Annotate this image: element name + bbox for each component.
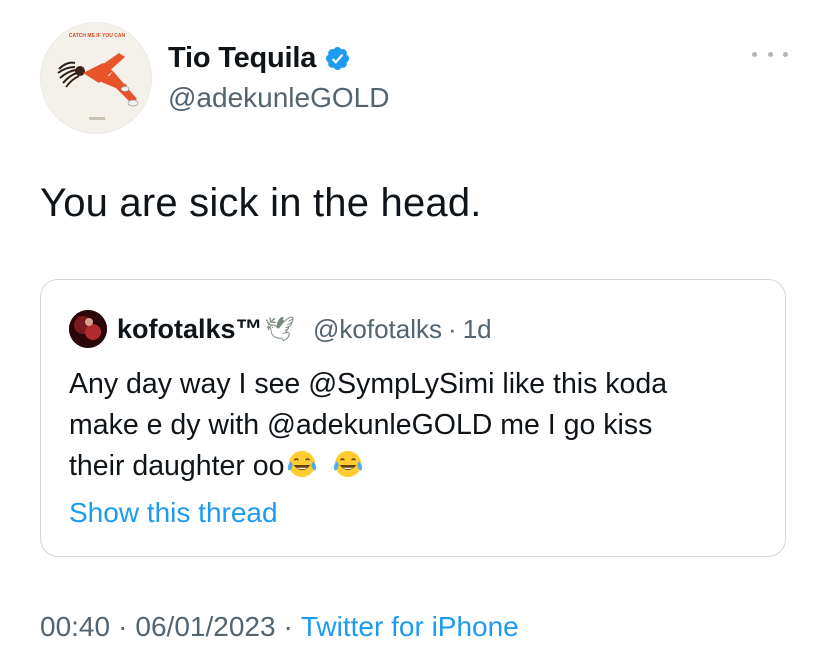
tears-of-joy-emoji-icon [333,450,362,478]
quoted-author-name[interactable]: kofotalks™ [117,314,263,345]
tears-of-joy-emoji-icon [287,450,316,478]
author-avatar[interactable]: CATCH ME IF YOU CAN [40,22,152,134]
show-thread-link[interactable]: Show this thread [69,497,278,529]
author-display-name[interactable]: Tio Tequila [168,42,316,75]
avatar-caption: CATCH ME IF YOU CAN [69,33,126,39]
author-handle[interactable]: @adekunleGOLD [168,82,389,114]
quoted-text-line-last: their daughter oo [69,446,759,487]
verified-badge-icon [326,46,350,70]
tweet: CATCH ME IF YOU CAN Tio Tequila @adekunl… [0,0,828,665]
dove-icon: 🕊 [264,315,296,343]
more-dot [783,51,788,57]
separator-dot: · [283,611,293,642]
quoted-text-line: make e dy with @adekunleGOLD me I go kis… [69,409,653,441]
tweet-source-link[interactable]: Twitter for iPhone [301,611,519,642]
tweet-metadata: 00:40 · 06/01/2023 · Twitter for iPhone [40,611,519,643]
tweet-text: You are sick in the head. [40,181,482,225]
quoted-text: Any day way I see @SympLySimi like this … [69,364,759,487]
quoted-author-handle[interactable]: @kofotalks [313,314,442,345]
author-name-row[interactable]: Tio Tequila [168,40,351,76]
separator-dot: · [448,313,457,344]
quoted-avatar-image [69,310,107,348]
tweet-time[interactable]: 00:40 [40,611,110,642]
quoted-text-line: Any day way I see @SympLySimi like this … [69,368,668,400]
quoted-tweet[interactable]: kofotalks™ 🕊 @kofotalks · 1d Any day way… [40,279,786,557]
more-dot [752,51,757,57]
quoted-header: kofotalks™ 🕊 @kofotalks · 1d [117,310,492,348]
more-horizontal-icon[interactable] [752,44,788,64]
separator-dot: · [118,611,128,642]
quoted-author-avatar[interactable] [69,310,107,348]
album-cover-art: CATCH ME IF YOU CAN [41,23,151,133]
tweet-date[interactable]: 06/01/2023 [135,611,275,642]
more-dot [767,51,773,57]
quoted-text-line: their daughter oo [69,450,285,482]
quoted-timestamp[interactable]: 1d [463,314,492,345]
